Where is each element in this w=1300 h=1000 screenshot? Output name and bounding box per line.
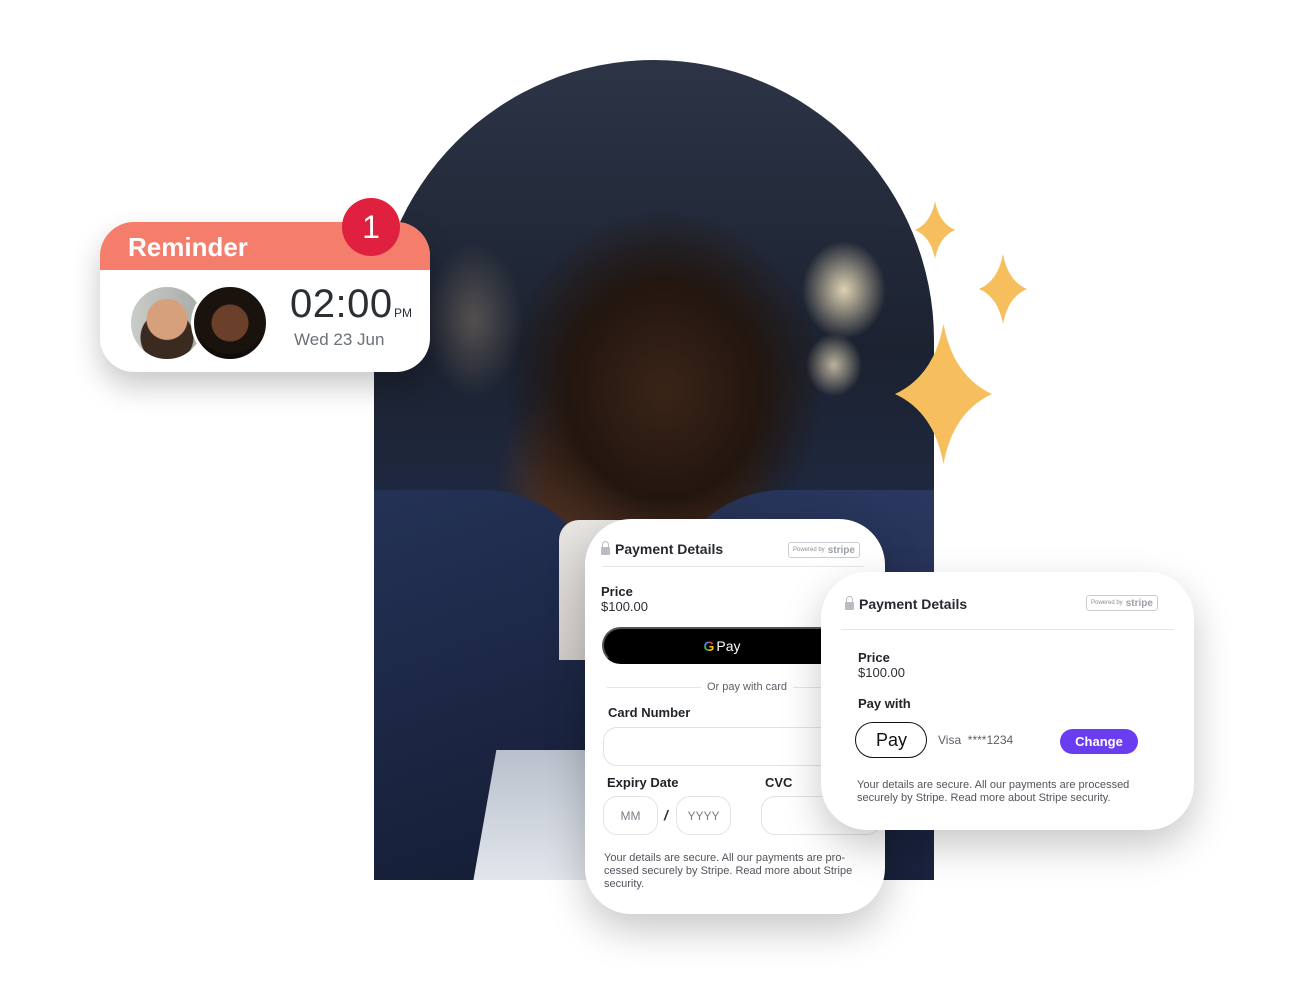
- google-pay-label: Pay: [716, 637, 741, 654]
- stripe-logo: stripe: [827, 544, 855, 556]
- powered-by-text: Powered by: [1091, 600, 1123, 606]
- price-label: Price: [601, 584, 633, 599]
- expiry-month-input[interactable]: MM: [603, 796, 658, 835]
- lock-icon: [845, 595, 854, 610]
- avatar: [191, 284, 269, 362]
- sparkle-icon: [915, 201, 955, 259]
- card-header: Payment Details: [845, 595, 968, 612]
- expiry-date-label: Expiry Date: [607, 775, 679, 790]
- lock-icon: [601, 540, 610, 555]
- or-pay-with-card-text: Or pay with card: [706, 681, 788, 693]
- header-divider: [602, 566, 864, 567]
- security-note: Your details are secure. All our payment…: [857, 779, 1130, 804]
- card-title: Payment Details: [859, 596, 968, 612]
- security-note: Your details are secure. All our payment…: [604, 852, 853, 890]
- reminder-ampm: PM: [394, 306, 412, 320]
- powered-by-text: Powered by: [793, 547, 825, 553]
- change-button[interactable]: Change: [1060, 729, 1138, 754]
- price-value: $100.00: [858, 665, 905, 680]
- reminder-date: Wed 23 Jun: [294, 330, 385, 349]
- price-label: Price: [858, 650, 890, 665]
- expiry-year-input[interactable]: YYYY: [676, 796, 731, 835]
- cvc-label: CVC: [765, 775, 793, 790]
- reminder-time: 02:00: [290, 282, 393, 326]
- payment-details-card-saved: Payment Details Powered by stripe Price …: [821, 572, 1194, 830]
- saved-card-summary: Visa ****1234: [938, 733, 1014, 747]
- apple-pay-label: Pay: [875, 729, 908, 750]
- stripe-logo: stripe: [1125, 597, 1153, 609]
- pay-with-label: Pay with: [858, 696, 911, 711]
- expiry-separator: /: [664, 807, 668, 823]
- sparkle-icon: [979, 254, 1027, 324]
- apple-pay-button[interactable]: Pay: [855, 722, 927, 758]
- reminder-body: 02:00 PM Wed 23 Jun: [100, 270, 430, 372]
- google-g-icon: G: [703, 637, 715, 654]
- notification-badge: 1: [342, 198, 400, 256]
- reminder-title: Reminder: [128, 232, 248, 262]
- price-value: $100.00: [601, 599, 648, 614]
- card-header: Payment Details: [601, 540, 724, 557]
- powered-by-stripe-badge[interactable]: Powered by stripe: [1086, 595, 1158, 611]
- header-divider: [841, 629, 1174, 630]
- card-number-label: Card Number: [608, 705, 691, 720]
- divider-line: [607, 686, 701, 688]
- card-title: Payment Details: [615, 541, 724, 557]
- powered-by-stripe-badge[interactable]: Powered by stripe: [788, 542, 860, 558]
- sparkle-icon: [895, 324, 992, 464]
